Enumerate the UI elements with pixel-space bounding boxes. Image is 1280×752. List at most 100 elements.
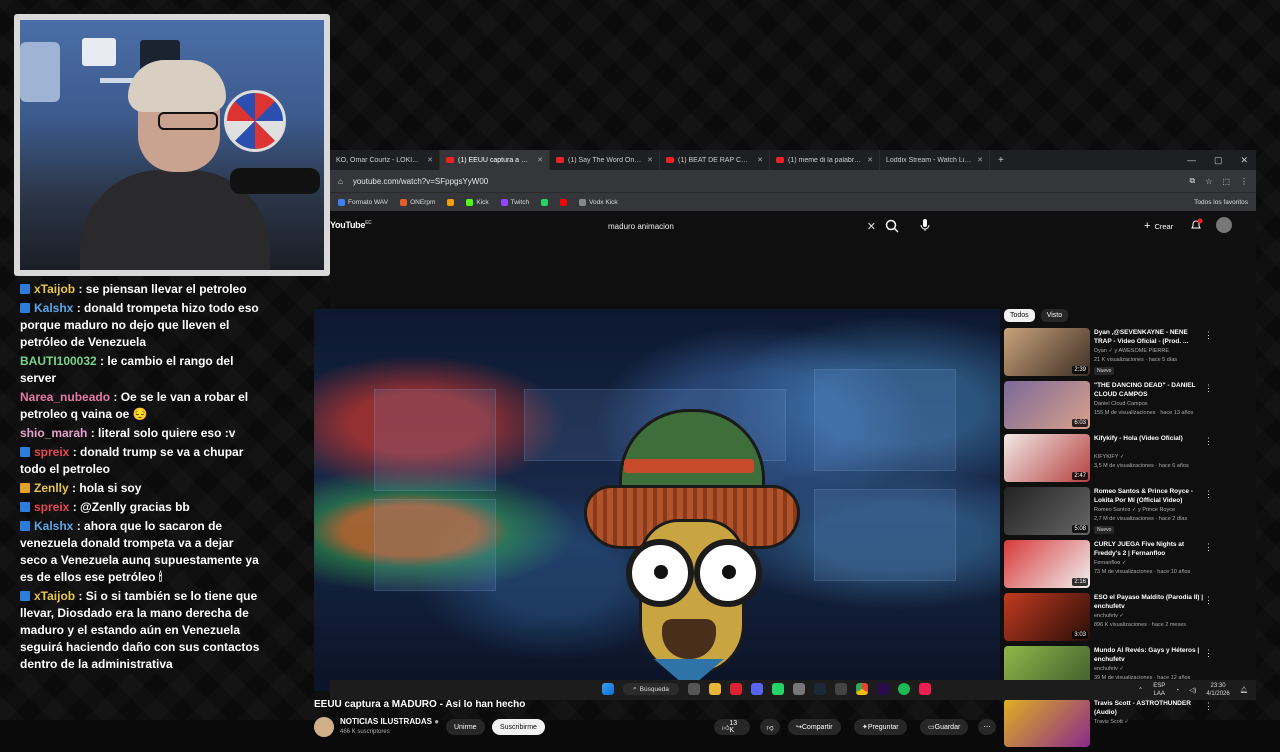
video-thumbnail[interactable]: 2:39 [1004, 328, 1090, 376]
video-title[interactable]: Romeo Santos & Prince Royce - Lokita Por… [1094, 487, 1206, 505]
close-tab-icon[interactable]: ✕ [537, 156, 543, 164]
video-channel[interactable]: enchufetv ✓ [1094, 613, 1124, 619]
video-channel[interactable]: Fernanfloo ✓ [1094, 560, 1126, 566]
close-tab-icon[interactable]: ✕ [867, 156, 873, 164]
app-icon[interactable] [834, 683, 847, 695]
maximize-icon[interactable]: ▢ [1214, 155, 1223, 166]
account-avatar[interactable] [1216, 217, 1232, 233]
ask-button[interactable]: ✦ Preguntar [854, 719, 907, 735]
volume-icon[interactable]: ◁) [1189, 686, 1196, 694]
chat-username[interactable]: shio_marah [20, 426, 87, 440]
chat-username[interactable]: Kalshx [34, 301, 73, 315]
site-info-icon[interactable]: ⌂ [338, 177, 343, 186]
video-thumbnail[interactable] [1004, 699, 1090, 747]
chat-username[interactable]: Narea_nubeado [20, 390, 110, 404]
browser-tab[interactable]: (1) meme di la palabra al ritmo... ✕ [770, 150, 880, 170]
chat-username[interactable]: Kalshx [34, 519, 73, 533]
all-favorites[interactable]: Todos los favoritos [1194, 199, 1248, 206]
close-tab-icon[interactable]: ✕ [427, 156, 433, 164]
bookmark[interactable]: Kick [466, 198, 489, 206]
bookmark[interactable] [541, 198, 549, 206]
video-channel[interactable]: Romeo Santos ✓ y Prince Royce [1094, 507, 1175, 513]
browser-tab[interactable]: (1) BEAT DE RAP CON PALABRA... ✕ [660, 150, 770, 170]
like-button[interactable]: 👍︎ 13 K [714, 719, 750, 735]
bookmark[interactable] [447, 198, 455, 206]
close-tab-icon[interactable]: ✕ [757, 156, 763, 164]
video-channel[interactable]: enchufetv ✓ [1094, 666, 1124, 672]
video-thumbnail[interactable]: 3:03 [1004, 593, 1090, 641]
new-tab-icon[interactable]: + [990, 155, 1012, 166]
spotify-icon[interactable] [897, 683, 910, 695]
video-thumbnail[interactable]: 2:16 [1004, 540, 1090, 588]
more-options-icon[interactable]: ⋮ [1204, 595, 1213, 606]
subscribe-button[interactable]: Suscribirme [492, 719, 545, 735]
mic-icon[interactable] [918, 218, 932, 232]
create-button[interactable]: + Crear [1138, 218, 1179, 234]
youtube-logo[interactable]: YouTubeEC [330, 220, 372, 230]
menu-icon[interactable]: ⋮ [1240, 177, 1248, 186]
video-title[interactable]: "THE DANCING DEAD" - DANIEL CLOUD CAMPOS [1094, 381, 1206, 399]
video-thumbnail[interactable]: 2:47 [1004, 434, 1090, 482]
bookmark[interactable]: Formato WAV [338, 198, 388, 206]
tiktok-icon[interactable] [918, 683, 931, 695]
windows-start-icon[interactable] [602, 683, 614, 695]
app-icon[interactable] [729, 683, 742, 695]
more-options-icon[interactable]: ⋮ [1204, 489, 1213, 500]
more-options-icon[interactable]: ⋮ [1204, 436, 1213, 447]
clock[interactable]: 23:30 4/1/2026 [1206, 682, 1229, 698]
premiere-icon[interactable] [876, 683, 889, 695]
chat-username[interactable]: BAUTI100032 [20, 354, 97, 368]
video-channel[interactable]: KIFYKIFY ✓ [1094, 454, 1125, 460]
video-title[interactable]: Dyan ,@SEVENKAYNE - NENE TRAP - Video Of… [1094, 328, 1206, 346]
video-title[interactable]: ESO el Payaso Maldito (Parodia II) | enc… [1094, 593, 1206, 611]
extensions-icon[interactable]: ⬚ [1222, 177, 1230, 186]
notifications-bell-icon[interactable] [1189, 218, 1203, 232]
taskbar-search[interactable]: ⌕ Búsqueda [623, 683, 679, 695]
bookmark[interactable] [560, 198, 568, 206]
chat-username[interactable]: spreix [34, 500, 69, 514]
language-indicator[interactable]: ESP LAA [1153, 682, 1165, 698]
more-options-icon[interactable]: ⋮ [1204, 701, 1213, 712]
file-explorer-icon[interactable] [708, 683, 721, 695]
minimize-icon[interactable]: — [1187, 155, 1196, 166]
video-thumbnail[interactable]: 6:03 [1004, 381, 1090, 429]
bookmark[interactable]: ONErpm [400, 198, 435, 206]
tray-chevron-icon[interactable]: ⌃ [1138, 686, 1143, 694]
search-icon[interactable] [884, 218, 900, 234]
star-icon[interactable]: ☆ [1205, 177, 1212, 186]
share-button[interactable]: ↪ Compartir [788, 719, 841, 735]
recommended-video[interactable]: 2:39 Dyan ,@SEVENKAYNE - NENE TRAP - Vide… [1004, 328, 1256, 381]
channel-avatar[interactable] [314, 717, 334, 737]
recommended-video[interactable]: 5:08 Romeo Santos & Prince Royce - Lokita… [1004, 487, 1256, 540]
video-channel[interactable]: Daniel Cloud Campos [1094, 401, 1148, 407]
filter-chip[interactable]: Visto [1040, 309, 1069, 322]
dislike-button[interactable]: 👎︎ [760, 719, 780, 735]
video-title[interactable]: Travis Scott - ASTROTHUNDER (Audio) [1094, 699, 1206, 717]
steam-icon[interactable] [813, 683, 826, 695]
video-title[interactable]: Kifykify - Hola (Video Oficial) [1094, 434, 1206, 443]
more-actions-button[interactable]: ⋯ [978, 719, 996, 735]
recommended-video[interactable]: 2:47 Kifykify - Hola (Video Oficial) KIFYK… [1004, 434, 1256, 487]
install-icon[interactable]: ⧉ [1190, 176, 1196, 186]
notification-bell-icon[interactable]: 🔔︎ [1240, 686, 1248, 694]
browser-tab[interactable]: (1) Say The Word On Beat. LEV... ✕ [550, 150, 660, 170]
join-button[interactable]: Unirme [446, 719, 485, 735]
recommended-video[interactable]: 3:03 ESO el Payaso Maldito (Parodia II) |… [1004, 593, 1256, 646]
video-title[interactable]: CURLY JUEGA Five Nights at Freddy's 2 | … [1094, 540, 1206, 558]
clear-search-icon[interactable]: ✕ [867, 220, 876, 233]
video-channel[interactable]: Dyan ✓ y AWESOME PIERRE [1094, 348, 1169, 354]
wifi-icon[interactable]: ◔ [1175, 687, 1179, 694]
whatsapp-icon[interactable] [771, 683, 784, 695]
discord-icon[interactable] [750, 683, 763, 695]
browser-tab[interactable]: (1) EEUU captura a MADU... ✕ [440, 150, 550, 170]
video-thumbnail[interactable]: 5:08 [1004, 487, 1090, 535]
save-button[interactable]: ▭ Guardar [920, 719, 969, 735]
filter-chip[interactable]: Todos [1004, 309, 1035, 322]
recommended-video[interactable]: Travis Scott - ASTROTHUNDER (Audio) Travi… [1004, 699, 1256, 752]
browser-tab[interactable]: KO, Omar Courtz - LOKI... ✕ [330, 150, 440, 170]
chat-username[interactable]: spreix [34, 445, 69, 459]
close-tab-icon[interactable]: ✕ [647, 156, 653, 164]
recommended-video[interactable]: 2:16 CURLY JUEGA Five Nights at Freddy's … [1004, 540, 1256, 593]
chat-username[interactable]: xTaijob [34, 282, 75, 296]
chat-username[interactable]: Zenlly [34, 481, 69, 495]
